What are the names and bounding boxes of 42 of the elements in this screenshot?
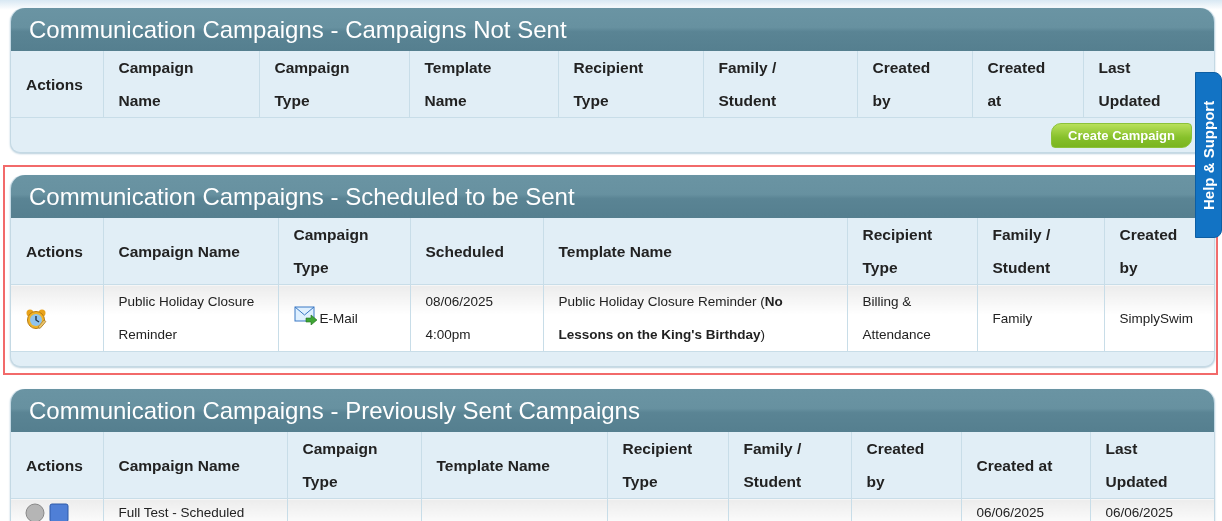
table-cell: Public Holiday Closure Reminder bbox=[103, 284, 278, 352]
column-header[interactable]: Created by bbox=[866, 432, 925, 498]
column-header[interactable]: Recipient Type bbox=[573, 51, 644, 117]
column-header[interactable]: Campaign Type bbox=[274, 51, 350, 117]
column-header[interactable]: Created by bbox=[1119, 218, 1178, 284]
panel-title: Communication Campaigns - Scheduled to be Sent bbox=[29, 182, 575, 211]
column-header[interactable]: Recipient Type bbox=[622, 432, 693, 498]
column-header[interactable]: Campaign Name bbox=[118, 234, 240, 268]
table-cell: Full Test - Scheduled bbox=[103, 498, 287, 521]
column-header[interactable]: Campaign Type bbox=[293, 218, 369, 284]
column-header[interactable]: Campaign Name bbox=[118, 51, 194, 117]
table-cell: 06/06/2025 bbox=[961, 498, 1090, 521]
table-cell: 06/06/2025 bbox=[1090, 498, 1214, 521]
table-cell: SimplySwim bbox=[1104, 284, 1214, 352]
column-header[interactable]: Actions bbox=[26, 448, 83, 482]
column-header[interactable]: Recipient Type bbox=[862, 218, 933, 284]
column-header[interactable]: Scheduled bbox=[425, 234, 504, 268]
column-header[interactable]: Actions bbox=[26, 234, 83, 268]
column-header[interactable]: Family / Student bbox=[743, 432, 802, 498]
column-header[interactable]: Created at bbox=[976, 448, 1053, 482]
panel-title: Communication Campaigns - Campaigns Not Sent bbox=[29, 15, 567, 44]
column-header[interactable]: Last Updated bbox=[1105, 432, 1168, 498]
column-header[interactable]: Campaign Type bbox=[302, 432, 378, 498]
table-cell: 08/06/2025 4:00pm bbox=[410, 284, 543, 352]
column-header[interactable]: Family / Student bbox=[992, 218, 1051, 284]
table-cell: Family bbox=[977, 284, 1104, 352]
table-cell: E-Mail bbox=[319, 310, 358, 326]
column-header[interactable]: Template Name bbox=[424, 51, 492, 117]
column-header[interactable]: Actions bbox=[26, 67, 83, 101]
column-header[interactable]: Template Name bbox=[436, 448, 550, 482]
column-header[interactable]: Created at bbox=[987, 51, 1046, 117]
table-cell: Public Holiday Closure Reminder (No Lessons on the King's Birthday) bbox=[543, 284, 847, 352]
column-header[interactable]: Created by bbox=[872, 51, 931, 117]
column-header[interactable]: Campaign Name bbox=[118, 448, 240, 482]
alarm-clock-icon[interactable] bbox=[25, 307, 47, 330]
help-support-tab[interactable]: Help & Support bbox=[1195, 72, 1222, 238]
envelope-icon bbox=[293, 304, 318, 325]
panel-title: Communication Campaigns - Previously Sent Campaigns bbox=[29, 396, 640, 425]
column-header[interactable]: Last Updated bbox=[1098, 51, 1161, 117]
table-cell: Billing & Attendance bbox=[847, 284, 977, 352]
column-header[interactable]: Family / Student bbox=[718, 51, 777, 117]
column-header[interactable]: Template Name bbox=[558, 234, 672, 268]
